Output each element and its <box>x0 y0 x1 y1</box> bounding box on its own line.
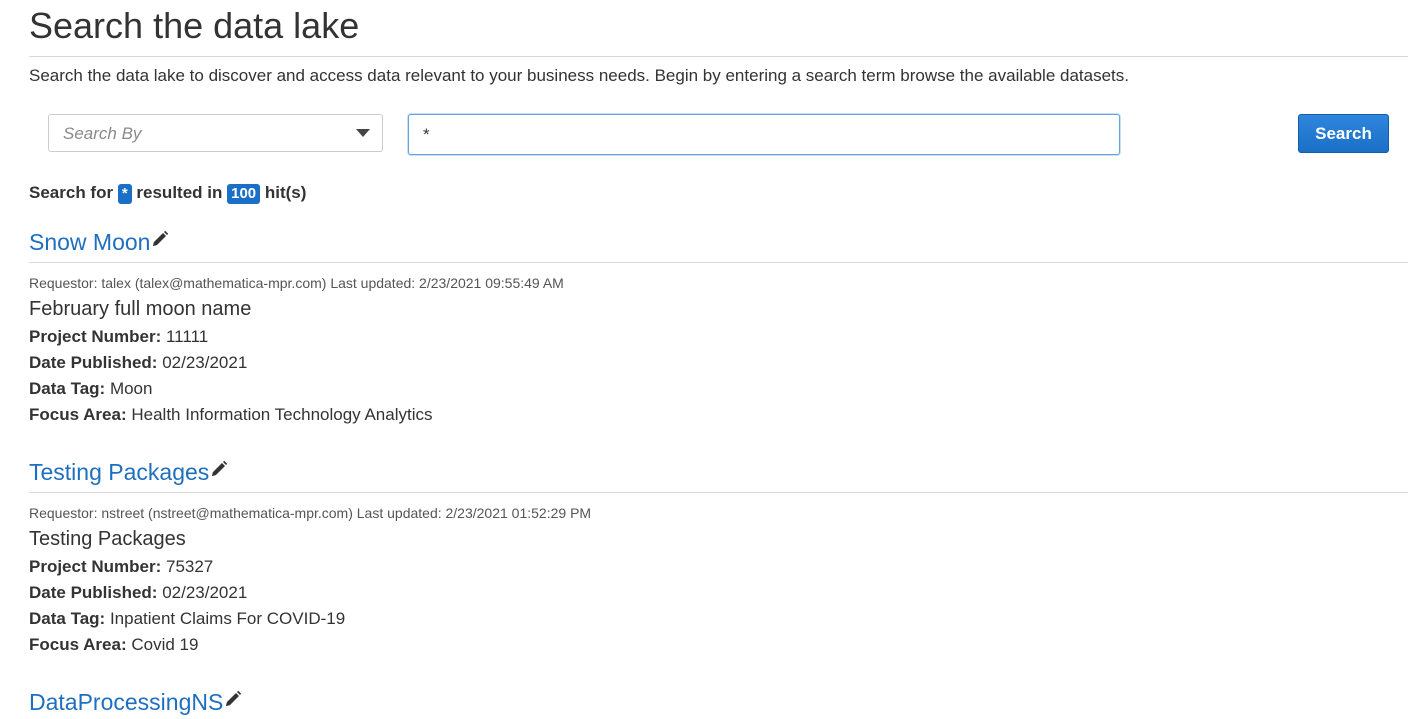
data-tag-field: Data Tag: Moon <box>29 376 1408 402</box>
search-term-badge: * <box>117 184 132 204</box>
search-by-select[interactable]: Search By <box>48 114 383 152</box>
project-number-label: Project Number: <box>29 557 162 576</box>
date-published-label: Date Published: <box>29 353 158 372</box>
summary-prefix: Search for <box>29 183 114 202</box>
project-number-value: 11111 <box>165 327 209 346</box>
result-title: Testing Packages <box>29 456 1408 486</box>
result-title-link[interactable]: DataProcessingNS <box>29 689 223 715</box>
data-tag-field: Data Tag: Inpatient Claims For COVID-19 <box>29 606 1408 632</box>
hit-count-badge: 100 <box>227 184 261 204</box>
summary-suffix: hit(s) <box>264 183 307 202</box>
result-title: Snow Moon <box>29 226 1408 256</box>
title-divider <box>29 56 1408 57</box>
date-published-field: Date Published: 02/23/2021 <box>29 350 1408 376</box>
project-number-label: Project Number: <box>29 327 162 346</box>
result-description: Testing Packages <box>29 528 186 550</box>
data-tag-label: Data Tag: <box>29 379 106 398</box>
focus-area-value: Health Information Technology Analytics <box>131 405 433 424</box>
result-fields: Project Number: 11111 Date Published: 02… <box>29 324 1408 428</box>
result-item: DataProcessingNS <box>29 686 1408 716</box>
search-input[interactable] <box>408 114 1120 155</box>
focus-area-field: Focus Area: Covid 19 <box>29 632 1408 658</box>
data-tag-value: Moon <box>109 379 153 398</box>
pencil-icon[interactable] <box>151 226 169 254</box>
caret-down-icon <box>356 129 370 137</box>
project-number-value: 75327 <box>165 557 214 576</box>
result-description: February full moon name <box>29 298 252 320</box>
result-title-link[interactable]: Testing Packages <box>29 459 209 485</box>
data-tag-label: Data Tag: <box>29 609 106 628</box>
pencil-icon[interactable] <box>224 686 242 714</box>
search-button[interactable]: Search <box>1298 114 1389 153</box>
result-item: Snow Moon Requestor: talex (talex@mathem… <box>29 226 1408 428</box>
date-published-label: Date Published: <box>29 583 158 602</box>
project-number-field: Project Number: 11111 <box>29 324 1408 350</box>
search-by-placeholder: Search By <box>63 124 142 143</box>
result-summary: Search for * resulted in 100 hit(s) <box>29 182 306 204</box>
result-divider <box>29 262 1408 263</box>
focus-area-label: Focus Area: <box>29 405 127 424</box>
project-number-field: Project Number: 75327 <box>29 554 1408 580</box>
date-published-value: 02/23/2021 <box>162 353 248 372</box>
focus-area-value: Covid 19 <box>131 635 199 654</box>
page-title: Search the data lake <box>29 5 360 46</box>
page: Search the data lake Search the data lak… <box>0 0 1408 719</box>
result-divider <box>29 492 1408 493</box>
result-fields: Project Number: 75327 Date Published: 02… <box>29 554 1408 658</box>
result-meta: Requestor: nstreet (nstreet@mathematica-… <box>29 505 592 521</box>
result-title-link[interactable]: Snow Moon <box>29 229 150 255</box>
summary-middle: resulted in <box>136 183 223 202</box>
date-published-field: Date Published: 02/23/2021 <box>29 580 1408 606</box>
data-tag-value: Inpatient Claims For COVID-19 <box>109 609 346 628</box>
focus-area-field: Focus Area: Health Information Technolog… <box>29 402 1408 428</box>
focus-area-label: Focus Area: <box>29 635 127 654</box>
result-item: Testing Packages Requestor: nstreet (nst… <box>29 456 1408 658</box>
pencil-icon[interactable] <box>210 456 228 484</box>
intro-text: Search the data lake to discover and acc… <box>29 66 1129 85</box>
result-meta: Requestor: talex (talex@mathematica-mpr.… <box>29 275 564 291</box>
result-title: DataProcessingNS <box>29 686 1408 716</box>
date-published-value: 02/23/2021 <box>162 583 248 602</box>
